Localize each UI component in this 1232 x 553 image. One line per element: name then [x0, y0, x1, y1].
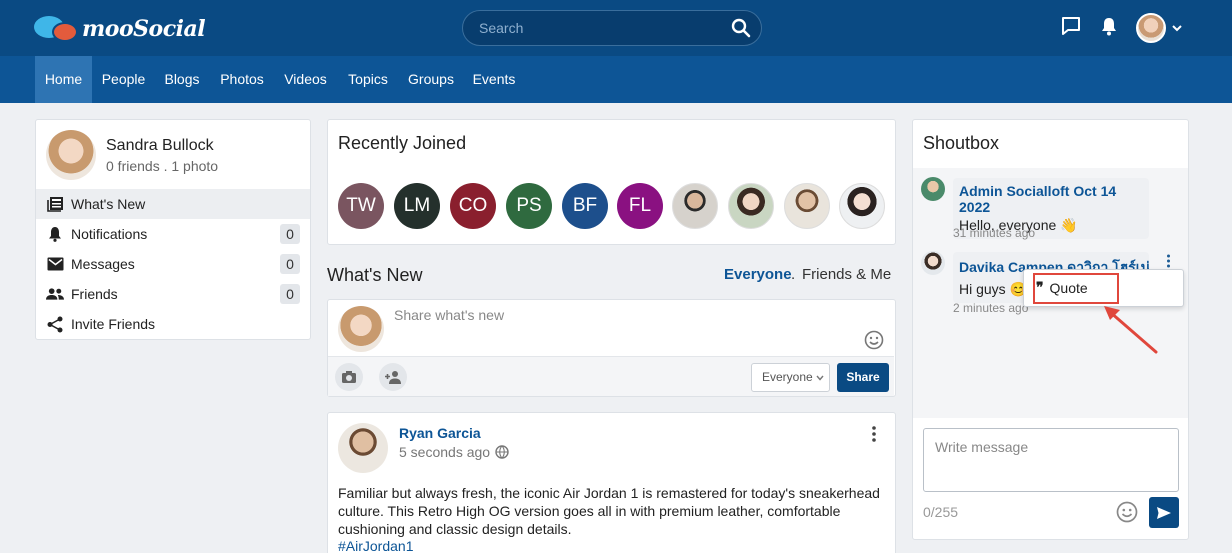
post-card: Ryan Garcia 5 seconds ago Familiar but a… — [327, 412, 896, 553]
post-author[interactable]: Ryan Garcia — [399, 425, 481, 441]
profile-meta: 0 friends . 1 photo — [106, 157, 219, 174]
camera-icon[interactable] — [335, 363, 363, 391]
menu-item-notifications[interactable]: Notifications 0 — [36, 219, 310, 249]
chat-bubbles-logo-icon — [34, 14, 80, 44]
tag-friend-icon[interactable] — [379, 363, 407, 391]
menu-label: Messages — [71, 256, 135, 272]
member-avatar[interactable] — [672, 183, 718, 229]
member-avatar[interactable] — [839, 183, 885, 229]
composer-input[interactable]: Share what's new — [394, 307, 504, 323]
friends-count: 0 — [280, 284, 300, 304]
menu-item-messages[interactable]: Messages 0 — [36, 249, 310, 279]
member-avatar[interactable]: TW — [338, 183, 384, 229]
chat-icon[interactable] — [1060, 15, 1082, 42]
notifications-count: 0 — [280, 224, 300, 244]
menu-item-friends[interactable]: Friends 0 — [36, 279, 310, 309]
share-button[interactable]: Share — [837, 363, 889, 392]
profile-card: Sandra Bullock 0 friends . 1 photo What'… — [35, 119, 311, 340]
avatar[interactable] — [921, 251, 945, 275]
shout-time: 31 minutes ago — [953, 226, 1036, 240]
shout-time: 2 minutes ago — [953, 301, 1029, 315]
send-button[interactable] — [1149, 497, 1179, 528]
privacy-select[interactable]: Everyone — [751, 363, 830, 392]
filter-separator: . — [791, 266, 796, 283]
menu-item-whats-new[interactable]: What's New — [36, 189, 310, 219]
post-timestamp: 5 seconds ago — [399, 444, 509, 460]
menu-label: Invite Friends — [71, 316, 156, 332]
member-avatar[interactable]: FL — [617, 183, 663, 229]
profile-header: Sandra Bullock 0 friends . 1 photo — [46, 130, 218, 180]
chevron-down-icon — [816, 375, 824, 381]
member-avatar[interactable]: LM — [394, 183, 440, 229]
profile-name[interactable]: Sandra Bullock — [106, 137, 218, 155]
wave-emoji-icon: 👋 — [1060, 217, 1078, 233]
recently-joined-card: Recently Joined TW LM CO PS BF FL — [327, 119, 896, 245]
member-avatar[interactable]: CO — [450, 183, 496, 229]
share-icon — [46, 315, 64, 333]
brand-name: mooSocial — [82, 16, 206, 42]
section-title: Recently Joined — [338, 133, 467, 153]
member-avatar[interactable]: PS — [506, 183, 552, 229]
envelope-icon — [46, 255, 64, 273]
nav-groups[interactable]: Groups — [402, 56, 460, 103]
globe-icon — [495, 445, 509, 459]
top-bar: mooSocial — [0, 0, 1232, 56]
nav-people[interactable]: People — [95, 56, 152, 103]
avatar — [338, 306, 384, 352]
search-bar — [462, 10, 762, 46]
avatar — [1136, 13, 1166, 43]
bell-icon[interactable] — [1100, 16, 1118, 41]
emoji-icon[interactable] — [1116, 501, 1138, 528]
nav-videos[interactable]: Videos — [277, 56, 334, 103]
member-avatar[interactable] — [728, 183, 774, 229]
avatar[interactable] — [338, 423, 388, 473]
whats-new-title: What's New — [327, 265, 423, 285]
people-icon — [46, 285, 64, 303]
more-options-icon[interactable] — [871, 426, 877, 447]
composer-card: Share what's new Everyone Share — [327, 299, 896, 397]
nav-events[interactable]: Events — [466, 56, 522, 103]
filter-everyone[interactable]: Everyone — [724, 266, 792, 283]
avatar[interactable] — [46, 130, 96, 180]
composer-toolbar: Everyone Share — [328, 356, 894, 396]
nav-blogs[interactable]: Blogs — [157, 56, 207, 103]
arrow-annotation-icon — [1104, 306, 1158, 354]
menu-item-invite-friends[interactable]: Invite Friends — [36, 309, 310, 339]
messages-count: 0 — [280, 254, 300, 274]
post-text: Familiar but always fresh, the iconic Ai… — [338, 485, 880, 537]
menu-label: Friends — [71, 286, 118, 302]
avatar[interactable] — [921, 177, 945, 201]
menu-label: Notifications — [71, 226, 148, 242]
search-input[interactable] — [463, 20, 721, 36]
char-counter: 0/255 — [923, 504, 959, 520]
member-avatar[interactable] — [784, 183, 830, 229]
menu-label: What's New — [71, 196, 146, 212]
post-hashtag[interactable]: #AirJordan1 — [338, 538, 414, 553]
send-icon — [1157, 506, 1171, 519]
member-avatar[interactable]: BF — [562, 183, 608, 229]
brand-logo[interactable]: mooSocial — [34, 13, 206, 45]
bell-icon — [46, 225, 64, 243]
nav-home[interactable]: Home — [35, 56, 92, 103]
news-icon — [46, 195, 64, 213]
shout-author[interactable]: Admin Socialloft Oct 14 2022 — [959, 183, 1143, 215]
emoji-icon[interactable] — [864, 330, 884, 355]
shoutbox-title: Shoutbox — [923, 133, 1000, 153]
account-menu[interactable] — [1136, 13, 1184, 43]
chevron-down-icon — [1172, 25, 1182, 32]
top-icons — [1060, 13, 1184, 43]
nav-photos[interactable]: Photos — [213, 56, 271, 103]
filter-friends[interactable]: Friends & Me — [802, 266, 891, 283]
search-icon[interactable] — [721, 10, 761, 46]
main-nav: Home People Blogs Photos Videos Topics G… — [0, 56, 1232, 103]
nav-topics[interactable]: Topics — [340, 56, 396, 103]
message-input[interactable]: Write message — [923, 428, 1179, 492]
